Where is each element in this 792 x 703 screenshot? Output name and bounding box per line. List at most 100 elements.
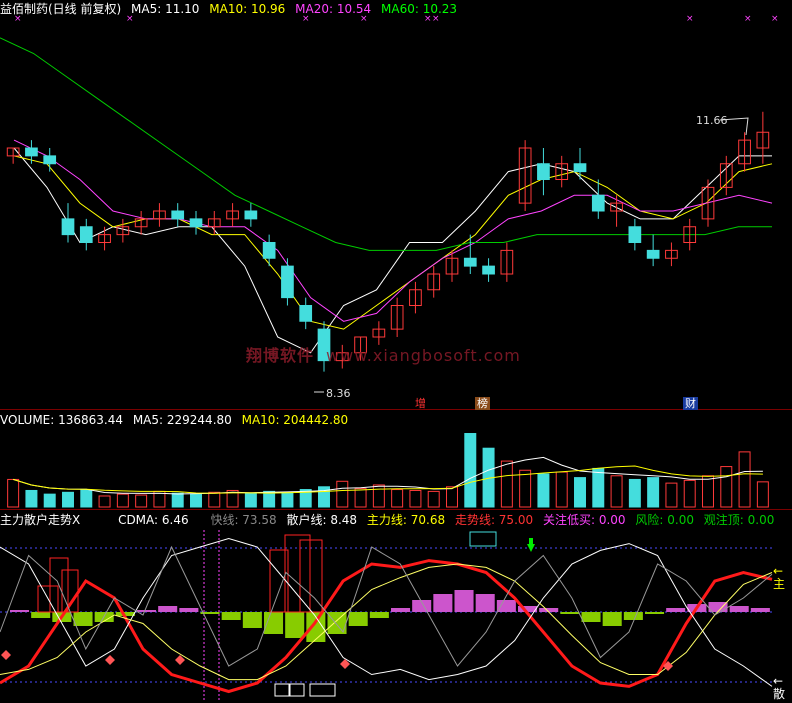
histogram-bar <box>73 612 93 626</box>
volume-bar <box>244 492 257 508</box>
candle-body <box>79 226 93 243</box>
volume-ma5: MA5: 229244.80 <box>132 413 232 427</box>
volume-bar <box>391 489 404 508</box>
candle-body <box>262 242 276 259</box>
candle-body <box>189 218 203 228</box>
candle-body <box>281 265 294 299</box>
histogram-bar <box>666 608 686 612</box>
zhuli-label: 主力线: 70.68 <box>366 513 446 527</box>
volume-bar <box>135 494 148 508</box>
volume-bar <box>647 477 660 508</box>
histogram-bar <box>179 608 199 612</box>
signal-marker: × <box>686 14 694 24</box>
volume-bar <box>409 489 422 508</box>
volume-bar <box>446 486 458 508</box>
volume-bar <box>7 478 20 508</box>
bottom-box <box>289 683 305 697</box>
histogram-bar <box>137 610 157 612</box>
volume-bar <box>336 480 349 508</box>
event-mark-bang[interactable]: 榜 <box>475 397 490 410</box>
volume-bar <box>702 475 714 508</box>
volume-bar <box>610 475 623 508</box>
green-arrow <box>527 544 535 552</box>
candle-body <box>25 147 38 157</box>
price-panel: × × × × × × × × × <box>0 14 779 393</box>
histogram-bar <box>475 594 495 612</box>
candle-body <box>299 305 313 322</box>
volume-bar <box>190 493 202 508</box>
histogram-bar <box>750 608 770 612</box>
candle-body <box>591 194 605 212</box>
guanzhu-label: 关注低买: 0.00 <box>542 513 626 527</box>
indicator-line <box>0 563 773 681</box>
histogram-bar <box>348 612 368 626</box>
volume-bar <box>208 491 221 508</box>
indicator-panel <box>0 530 773 700</box>
histogram-bar <box>496 600 516 612</box>
histogram-bar <box>602 612 622 626</box>
histogram-bar <box>285 612 305 638</box>
candle-body <box>171 210 185 220</box>
zoushi-label: 走势线: 75.00 <box>454 513 534 527</box>
volume-bar <box>98 495 111 508</box>
histogram-bar <box>221 612 241 620</box>
volume-bar <box>464 433 477 508</box>
histogram-bar <box>158 606 178 612</box>
histogram-bar <box>242 612 262 628</box>
candle-body <box>43 155 57 165</box>
histogram-bar <box>729 606 749 612</box>
indicator-name: 主力散户走势X <box>0 513 81 527</box>
volume-value: VOLUME: 136863.44 <box>0 413 123 427</box>
step-bar <box>284 534 311 613</box>
indicator-right-label-a: ←主 <box>773 564 786 591</box>
volume-bar <box>592 467 605 508</box>
volume-bar <box>537 473 550 508</box>
fengxian-label: 风险: 0.00 <box>635 513 694 527</box>
volume-bar <box>25 489 38 508</box>
indicator-header: 主力散户走势X CDMA: 6.46 快线: 73.58 散户线: 8.48 主… <box>0 513 780 527</box>
signal-marker: × <box>14 14 22 24</box>
volume-bar <box>683 479 696 508</box>
signal-marker: × <box>126 14 134 24</box>
kuaixian-label: 快线: 73.58 <box>210 513 277 527</box>
volume-header: VOLUME: 136863.44 MA5: 229244.80 MA10: 2… <box>0 413 354 427</box>
volume-bar <box>738 451 751 508</box>
candle-body <box>646 249 660 259</box>
volume-bar <box>665 482 678 508</box>
histogram-bar <box>369 612 389 618</box>
signal-marker: × <box>302 14 310 24</box>
event-mark-cai[interactable]: 财 <box>683 397 698 410</box>
candle-body <box>573 163 587 173</box>
volume-bar <box>574 477 586 508</box>
sanhu-label: 散户线: 8.48 <box>286 513 358 527</box>
volume-bar <box>171 492 184 508</box>
bottom-box <box>274 683 290 697</box>
cdma-label: CDMA: 6.46 <box>118 513 189 527</box>
volume-bar <box>62 491 74 508</box>
volume-bar <box>720 466 733 508</box>
low-annotation: 8.36 <box>326 387 351 400</box>
volume-bar <box>519 469 532 508</box>
candle-body <box>482 265 495 275</box>
indicator-right-label-b: ←散 <box>773 674 786 701</box>
volume-panel <box>7 433 769 508</box>
watermark-cn: 翔博软件 <box>246 346 315 365</box>
panel-divider-2 <box>0 509 792 510</box>
signal-marker: × <box>360 14 368 24</box>
volume-bar <box>80 489 93 508</box>
volume-bar <box>263 490 276 508</box>
histogram-bar <box>31 612 51 618</box>
green-arrow-stem <box>529 538 533 544</box>
volume-bar <box>628 478 641 508</box>
ma-line-ma10 <box>13 155 773 330</box>
volume-bar <box>281 491 294 508</box>
histogram-bar <box>433 594 453 612</box>
event-mark-zeng[interactable]: 增 <box>413 397 428 410</box>
histogram-bar <box>454 590 474 612</box>
volume-bar <box>372 484 385 508</box>
highlight-box <box>469 531 497 547</box>
panel-divider-1 <box>0 409 792 410</box>
histogram-bar <box>560 612 580 614</box>
high-annotation: 11.66 <box>696 114 728 127</box>
histogram-bar <box>623 612 643 620</box>
